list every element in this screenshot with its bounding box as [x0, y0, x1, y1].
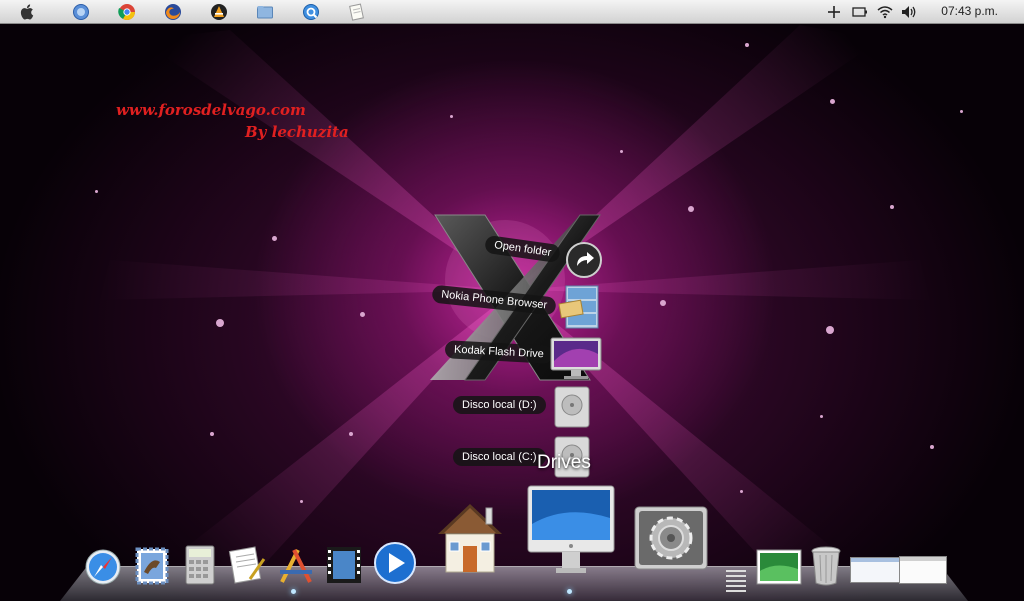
calculator-icon[interactable]: [185, 545, 215, 585]
movie-icon[interactable]: [325, 545, 363, 585]
star: [745, 43, 749, 47]
window-thumbnail-2[interactable]: [899, 556, 947, 584]
photo-icon[interactable]: [756, 549, 802, 585]
stack-item-disco-local-d[interactable]: Disco local (D:): [453, 396, 546, 414]
battery-icon[interactable]: [851, 3, 869, 21]
mail-icon[interactable]: [134, 546, 170, 586]
textedit-icon[interactable]: [228, 545, 266, 585]
star: [95, 190, 98, 193]
star: [210, 432, 214, 436]
star: [960, 110, 963, 113]
star: [930, 445, 934, 449]
chrome-icon[interactable]: [118, 3, 136, 21]
system-preferences-icon[interactable]: [633, 505, 709, 571]
safari-icon[interactable]: [84, 548, 122, 586]
finder-icon[interactable]: [72, 3, 90, 21]
star: [830, 99, 835, 104]
dock-separator[interactable]: [726, 570, 746, 594]
arrow-circle-icon[interactable]: [565, 241, 603, 279]
stack-title: Drives: [537, 452, 591, 473]
watermark-author: By lechuzita: [245, 123, 349, 141]
window-thumbnail-1[interactable]: [850, 557, 900, 583]
quicktime-icon[interactable]: [302, 3, 320, 21]
folder-icon[interactable]: [256, 3, 274, 21]
trash-icon[interactable]: [810, 545, 842, 587]
file-cabinet-icon[interactable]: [558, 284, 604, 332]
star: [826, 326, 834, 334]
home-folder-icon[interactable]: [436, 500, 504, 576]
star: [620, 150, 623, 153]
firefox-icon[interactable]: [164, 3, 182, 21]
imac-icon[interactable]: [526, 484, 616, 576]
star: [740, 490, 743, 493]
apple-icon[interactable]: [19, 3, 37, 21]
media-player-icon[interactable]: [373, 541, 417, 585]
star: [820, 415, 823, 418]
watermark-url: www.forosdelvago.com: [116, 101, 306, 119]
hard-drive-icon[interactable]: [551, 383, 593, 431]
running-indicator: [567, 589, 572, 594]
app-store-icon[interactable]: [276, 546, 316, 586]
star: [360, 312, 365, 317]
star: [349, 432, 353, 436]
star: [272, 236, 277, 241]
thumbnail-titlebar: [900, 557, 946, 561]
plus-icon[interactable]: [825, 3, 843, 21]
star: [216, 319, 224, 327]
star: [300, 500, 303, 503]
star: [450, 115, 453, 118]
stack-item-disco-local-c[interactable]: Disco local (C:): [453, 448, 546, 466]
menu-bar: 07:43 p.m.: [0, 0, 1024, 24]
star: [688, 206, 694, 212]
volume-icon[interactable]: [900, 3, 918, 21]
star: [890, 205, 894, 209]
monitor-icon[interactable]: [549, 336, 603, 382]
thumbnail-titlebar: [851, 558, 899, 562]
running-indicator: [291, 589, 296, 594]
menu-clock[interactable]: 07:43 p.m.: [941, 4, 998, 18]
star: [660, 300, 666, 306]
vlc-icon[interactable]: [210, 3, 228, 21]
notes-icon[interactable]: [348, 3, 366, 21]
wifi-icon[interactable]: [876, 3, 894, 21]
